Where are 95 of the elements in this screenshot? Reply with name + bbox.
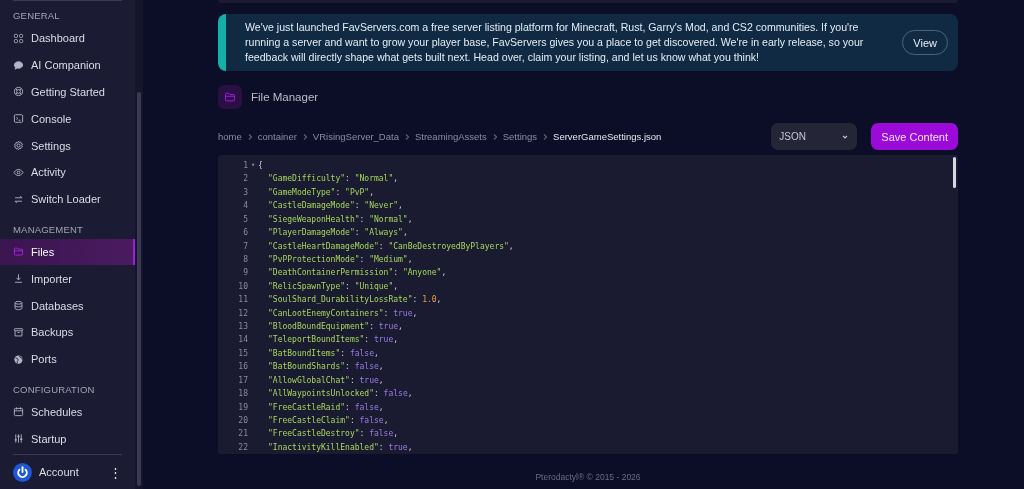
line-number: 20 — [237, 415, 248, 427]
grid-icon — [13, 32, 24, 44]
account-link[interactable]: Account — [39, 466, 79, 478]
code-line: "FreeCastleRaid": false, — [267, 401, 385, 414]
line-number: 8 — [242, 253, 248, 266]
section-heading: CONFIGURATION — [12, 383, 96, 395]
line-number: 17 — [237, 374, 248, 387]
footer-text: Pterodactyl® © 2015 - 2026 — [534, 472, 642, 482]
breadcrumb-link[interactable]: StreamingAssets — [414, 131, 487, 142]
line-number: 12 — [237, 307, 248, 320]
page-title: File Manager — [251, 91, 319, 103]
section-heading: GENERAL — [12, 10, 61, 21]
breadcrumb-current[interactable]: ServerGameSettings.json — [553, 131, 662, 142]
sidebar-item[interactable]: Databases — [0, 292, 135, 319]
code-line: "SiegeWeaponHealth": "Normal", — [267, 213, 414, 226]
announcement-text: We've just launched FavServers.com a free server listing platform for Minecraft, Rust, Garry's Mod, and CS2 communities. If you're running a server and want to grow your player base, FavServers gives you a place to get discovered. We're in early release, so your feedback will directly shape what gets built next. Head over, claim your listing, and let us know what you think! — [245, 20, 865, 65]
code-line: "BatBoundShards": false, — [267, 361, 385, 374]
line-number: 1 — [242, 160, 248, 172]
swap-icon — [13, 193, 24, 205]
breadcrumb-link[interactable]: Settings — [502, 131, 538, 142]
code-line: "AllowGlobalChat": true, — [267, 374, 385, 387]
line-number: 6 — [242, 227, 248, 240]
gear-icon — [13, 140, 24, 152]
sidebar-item[interactable]: Schedules — [0, 398, 135, 426]
breadcrumb-link[interactable]: container — [257, 131, 297, 142]
line-number: 15 — [237, 347, 248, 360]
line-number: 13 — [237, 321, 248, 334]
code-line: "BloodBoundEquipment": true, — [267, 321, 404, 334]
sidebar-item[interactable]: Switch Loader — [0, 185, 135, 213]
code-editor[interactable] — [218, 155, 958, 454]
code-line: "DeathContainerPermission": "Anyone", — [267, 267, 448, 280]
code-line: "SoulShard_DurabilityLossRate": 1.0, — [267, 294, 443, 307]
code-line: "InactivityKillEnabled": true, — [267, 441, 414, 454]
code-line: { — [258, 160, 264, 172]
chat-icon — [13, 59, 24, 71]
eye-icon — [13, 166, 24, 178]
code-line: "RelicSpawnType": "Unique", — [267, 280, 400, 293]
line-number: 3 — [242, 186, 248, 199]
sidebar-item[interactable]: Ports — [0, 345, 135, 373]
sliders-icon — [13, 433, 24, 445]
scrollbar-thumb[interactable] — [953, 157, 956, 188]
sidebar-item[interactable]: Dashboard — [0, 25, 135, 52]
code-line: "PvPProtectionMode": "Medium", — [267, 253, 414, 266]
database-icon — [13, 300, 24, 312]
scrollbar-thumb[interactable] — [137, 92, 141, 486]
line-number: 5 — [242, 213, 248, 226]
power-avatar-icon — [13, 462, 32, 482]
code-line: "AllWaypointsUnlocked": false, — [267, 388, 414, 401]
line-number: 4 — [242, 200, 248, 213]
line-number: 16 — [237, 361, 248, 374]
code-line: "CastleDamageMode": "Never", — [267, 200, 404, 213]
terminal-icon — [13, 113, 24, 125]
folder-icon — [13, 246, 24, 258]
chevron-down-icon — [841, 132, 850, 141]
more-menu-button[interactable]: ⋮ — [109, 464, 122, 480]
sidebar-item[interactable]: Importer — [0, 265, 135, 293]
archive-icon — [13, 326, 24, 338]
line-number: 22 — [237, 441, 248, 454]
code-line: "GameModeType": "PvP", — [267, 186, 375, 199]
sidebar-item[interactable]: Startup — [0, 425, 135, 453]
code-line: "CanLootEnemyContainers": true, — [267, 307, 419, 320]
sidebar-item[interactable]: AI Companion — [0, 51, 135, 79]
globe-icon — [13, 353, 24, 365]
sidebar-item[interactable]: Getting Started — [0, 78, 135, 106]
sidebar-item[interactable]: Activity — [0, 159, 135, 186]
line-number: 11 — [237, 294, 248, 307]
line-number: 10 — [237, 280, 248, 293]
section-heading: MANAGEMENT — [12, 223, 85, 235]
line-number: 14 — [237, 334, 248, 347]
folder-icon — [218, 85, 242, 109]
download-icon — [13, 273, 24, 285]
line-number: 18 — [237, 388, 248, 401]
breadcrumb-link[interactable]: home — [218, 131, 242, 142]
save-button[interactable]: Save Content — [871, 123, 958, 150]
sidebar-item[interactable]: Files — [0, 238, 135, 266]
code-line: "FreeCastleDestroy": false, — [267, 428, 400, 441]
calendar-icon — [13, 406, 24, 418]
line-number: 7 — [242, 240, 248, 253]
code-line: "TeleportBoundItems": true, — [267, 334, 400, 347]
sidebar-item[interactable]: Console — [0, 105, 135, 133]
code-line: "GameDifficulty": "Normal", — [267, 173, 400, 186]
code-line: "BatBoundItems": false, — [267, 347, 380, 360]
code-line: "FreeCastleClaim": false, — [267, 415, 390, 427]
line-number: 19 — [237, 401, 248, 414]
lifebuoy-icon — [13, 86, 24, 98]
chevron-right-icon — [541, 132, 550, 141]
breadcrumb-link[interactable]: VRisingServer_Data — [312, 131, 399, 142]
mode-select[interactable]: JSON — [771, 123, 858, 150]
line-number: 2 — [242, 173, 248, 186]
code-line: "PlayerDamageMode": "Always", — [267, 227, 409, 240]
line-number: 21 — [237, 428, 248, 441]
sidebar-item[interactable]: Backups — [0, 318, 135, 346]
line-number: 9 — [242, 267, 248, 280]
code-line: "CastleHeartDamageMode": "CanBeDestroyedByPlayers", — [267, 240, 515, 253]
sidebar-item[interactable]: Settings — [0, 132, 135, 159]
